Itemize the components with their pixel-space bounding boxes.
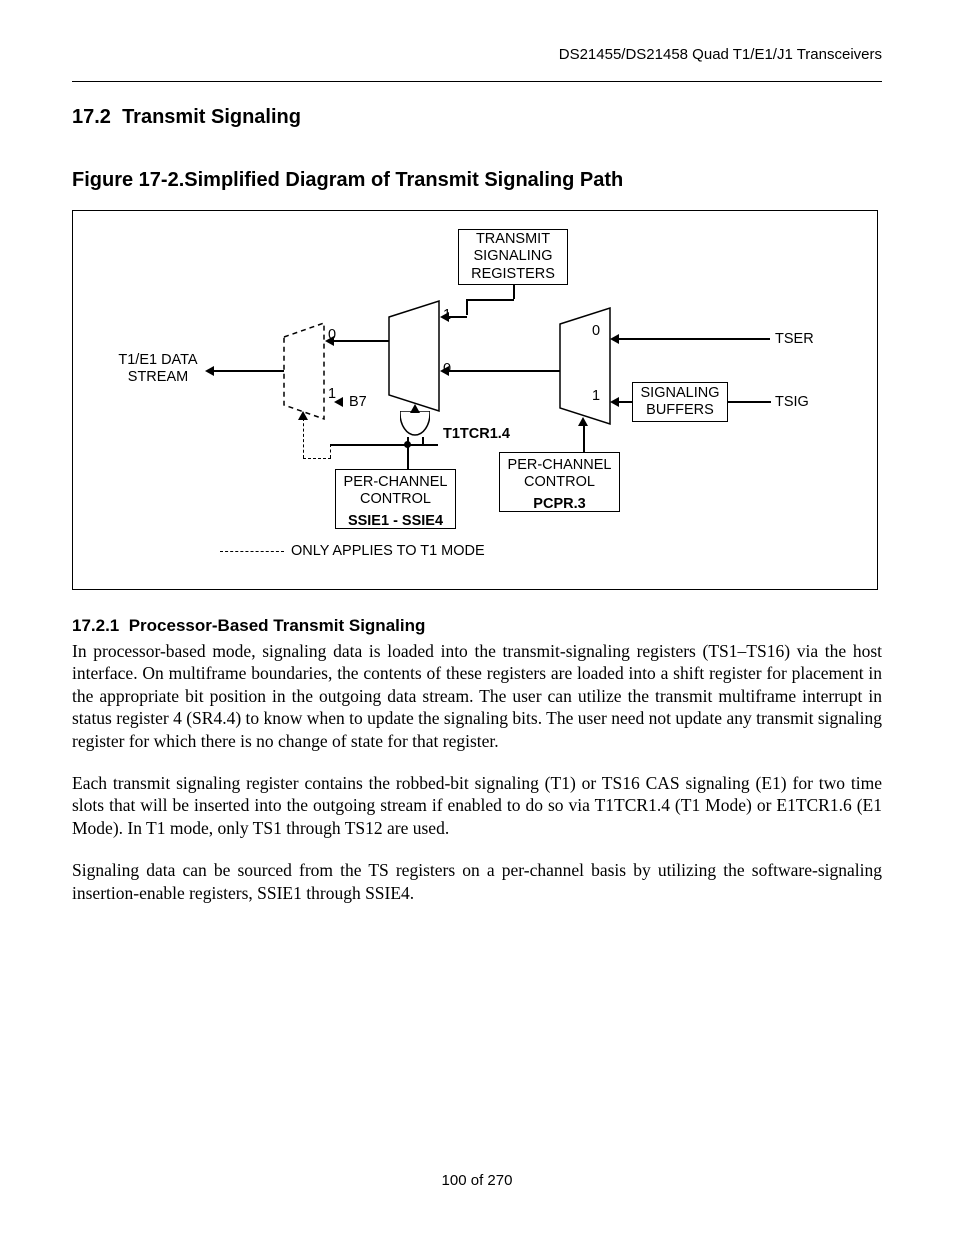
figure-title: Simplified Diagram of Transmit Signaling… [184,169,623,191]
mux3-in1: 1 [592,388,600,404]
wire-tsr-v [513,285,515,299]
section-heading: 17.2 Transmit Signaling [72,106,882,129]
lbl-sigbuf-l1: SIGNALING [641,385,720,402]
subsection-heading: 17.2.1 Processor-Based Transmit Signalin… [72,616,882,636]
wire-mux1-out [213,370,284,372]
wire-tsr-h2 [448,316,467,318]
page-footer: 100 of 270 [0,1172,954,1189]
arrow-pcpr-sel [578,417,588,426]
wire-tser [618,338,770,340]
lbl-pc1-reg: SSIE1 - SSIE4 [348,513,443,530]
lbl-pc1-l2: CONTROL [360,491,431,508]
arrow-mux2-mux1-0 [325,336,334,346]
paragraph-1: In processor-based mode, signaling data … [72,640,882,752]
figure-diagram: TRANSMIT SIGNALING REGISTERS SIGNALING B… [72,210,878,590]
lbl-pc2-l2: CONTROL [524,474,595,491]
wire-tsr-v2 [466,299,468,315]
legend-text: ONLY APPLIES TO T1 MODE [291,543,485,559]
legend-dash [220,551,284,552]
wire-tsig [728,401,771,403]
section-num: 17.2 [72,106,111,128]
node-dot [404,441,411,448]
subsection-title: Processor-Based Transmit Signaling [129,616,426,635]
lbl-pc1-l1: PER-CHANNEL [344,474,448,491]
and-gate [400,411,430,441]
subsection-num: 17.2.1 [72,616,119,635]
figure-num: Figure 17-2. [72,169,184,191]
lbl-tsig: TSIG [775,394,809,410]
arrow-mux3-mux2 [440,366,449,376]
lbl-b7: B7 [349,394,367,410]
lbl-tx-sig-l1: TRANSMIT [476,231,550,248]
lbl-t1tcr: T1TCR1.4 [443,426,510,442]
lbl-sigbuf-l2: BUFFERS [646,402,714,419]
figure-heading: Figure 17-2.Simplified Diagram of Transm… [72,169,882,192]
arrow-mux1-out [205,366,214,376]
wire-sigbuf-mux3 [618,401,632,403]
arrow-mux1-sel [298,411,308,420]
box-signaling-buffers: SIGNALING BUFFERS [632,382,728,422]
lbl-tx-sig-l2: SIGNALING [474,248,553,265]
lbl-tx-sig-l3: REGISTERS [471,266,555,283]
box-per-channel-ssie: PER-CHANNEL CONTROL SSIE1 - SSIE4 [335,469,456,529]
lbl-pc2-reg: PCPR.3 [533,496,585,513]
mux-t1-b7 [284,323,324,423]
dash-v1 [330,444,331,458]
dash-h1 [303,458,331,459]
wire-mux3-to-mux2 [448,370,560,372]
arrow-b7 [334,397,343,407]
lbl-pc2-l1: PER-CHANNEL [508,457,612,474]
doc-header: DS21455/DS21458 Quad T1/E1/J1 Transceive… [72,46,882,63]
box-tx-signaling-registers: TRANSMIT SIGNALING REGISTERS [458,229,568,285]
header-rule [72,81,882,82]
dash-v2 [303,418,304,458]
wire-pcpr-sel [583,424,585,452]
arrow-sigbuf-mux3 [610,397,619,407]
mux3-in0: 0 [592,323,600,339]
arrow-gate-mux2 [410,404,420,413]
box-per-channel-pcpr: PER-CHANNEL CONTROL PCPR.3 [499,452,620,512]
paragraph-3: Signaling data can be sourced from the T… [72,859,882,904]
wire-tsr-h [466,299,514,301]
arrow-tser [610,334,619,344]
lbl-data-stream: T1/E1 DATASTREAM [103,352,213,387]
mux-tsr [389,301,439,415]
section-title: Transmit Signaling [122,106,301,128]
paragraph-2: Each transmit signaling register contain… [72,772,882,839]
lbl-tser: TSER [775,331,814,347]
mux-pcpr [560,308,610,428]
wire-mux2-to-mux1-0 [333,340,389,342]
wire-t1tcr-to-gate [422,437,424,445]
